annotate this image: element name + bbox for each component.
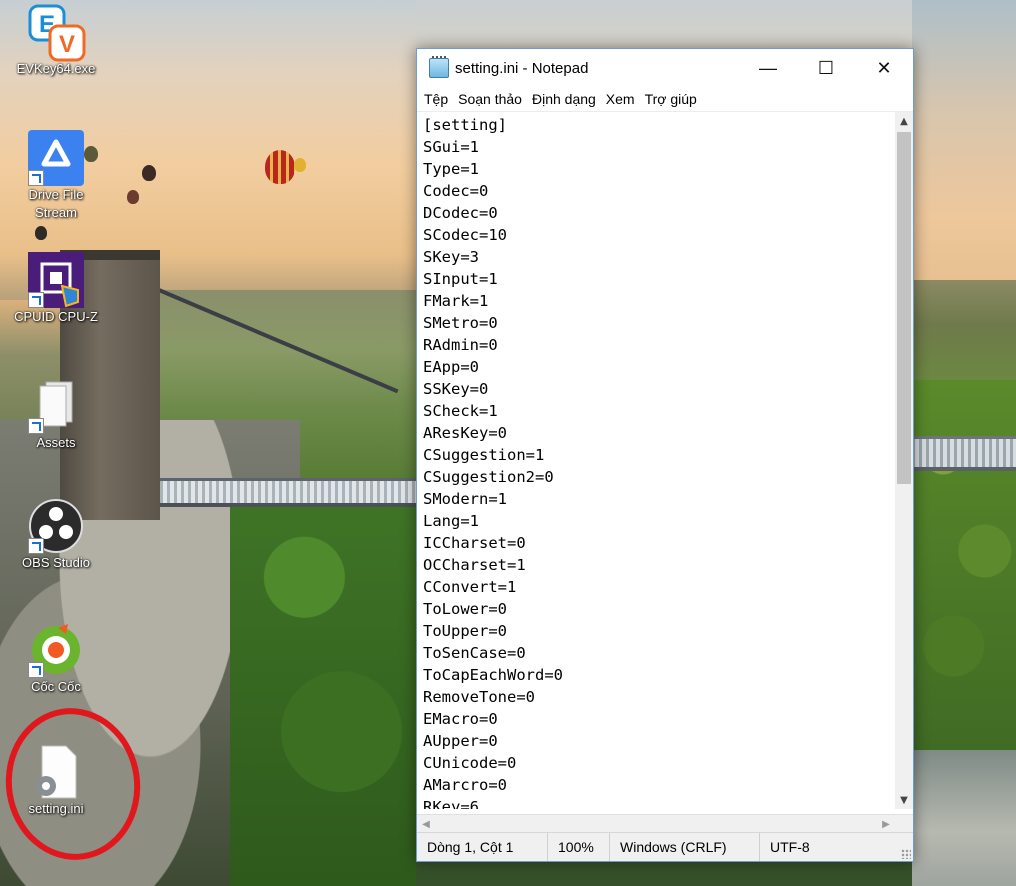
close-button[interactable]: ✕ [855, 49, 913, 87]
status-cursor-position: Dòng 1, Cột 1 [427, 839, 514, 855]
hot-air-balloon [142, 165, 156, 181]
scroll-down-arrow-icon[interactable]: ▼ [895, 791, 913, 809]
wallpaper-bridge-right [912, 436, 1016, 471]
wallpaper-bridge-deck [160, 478, 416, 507]
text-line[interactable]: ToLower=0 [423, 598, 893, 620]
window-controls: — ☐ ✕ [739, 49, 913, 87]
shortcut-arrow-icon [28, 662, 44, 678]
menu-edit[interactable]: Soạn thảo [455, 91, 525, 107]
text-line[interactable]: Lang=1 [423, 510, 893, 532]
cpuz-icon [28, 252, 84, 308]
text-line[interactable]: ToSenCase=0 [423, 642, 893, 664]
desktop-icon-obs-studio[interactable]: OBS Studio [8, 498, 104, 572]
text-line[interactable]: FMark=1 [423, 290, 893, 312]
desktop-icon-label: Assets [36, 435, 76, 450]
desktop-icon-label: Drive File Stream [28, 187, 84, 220]
text-line[interactable]: CUnicode=0 [423, 752, 893, 774]
notepad-window[interactable]: setting.ini - Notepad — ☐ ✕ Tệp Soạn thả… [416, 48, 914, 862]
scroll-thumb[interactable] [897, 132, 911, 484]
text-line[interactable]: CSuggestion=1 [423, 444, 893, 466]
status-encoding: UTF-8 [759, 833, 899, 861]
files-icon [28, 378, 84, 434]
desktop-icon-coccoc[interactable]: Cốc Cốc [8, 622, 104, 696]
text-line[interactable]: AMarcro=0 [423, 774, 893, 796]
menu-view[interactable]: Xem [603, 91, 638, 107]
google-drive-icon [28, 130, 84, 186]
text-line[interactable]: SCodec=10 [423, 224, 893, 246]
text-line[interactable]: EApp=0 [423, 356, 893, 378]
window-title: setting.ini - Notepad [455, 59, 589, 77]
text-line[interactable]: EMacro=0 [423, 708, 893, 730]
editor-area[interactable]: [setting] SGui=1 Type=1 Codec=0 DCodec=0 SCod… [417, 111, 913, 809]
text-line[interactable]: RemoveTone=0 [423, 686, 893, 708]
status-zoom: 100% [547, 833, 609, 861]
menu-format[interactable]: Định dạng [529, 91, 599, 107]
text-line[interactable]: RKey=6 [423, 796, 893, 809]
wallpaper-sky-right [912, 0, 1016, 290]
scroll-left-arrow-icon[interactable]: ◀ [417, 815, 435, 833]
wallpaper-hills-right [912, 280, 1016, 390]
text-line[interactable]: SKey=3 [423, 246, 893, 268]
svg-text:V: V [59, 31, 75, 58]
menu-help[interactable]: Trợ giúp [642, 91, 700, 107]
text-line[interactable]: Codec=0 [423, 180, 893, 202]
notepad-icon [429, 56, 449, 78]
text-line[interactable]: RAdmin=0 [423, 334, 893, 356]
scroll-right-arrow-icon[interactable]: ▶ [877, 815, 895, 833]
text-line[interactable]: ToCapEachWord=0 [423, 664, 893, 686]
text-line[interactable]: DCodec=0 [423, 202, 893, 224]
text-line[interactable]: ToUpper=0 [423, 620, 893, 642]
text-line[interactable]: SCheck=1 [423, 400, 893, 422]
desktop-icon-cpuz[interactable]: CPUID CPU-Z [8, 252, 104, 326]
desktop-icon-label: Cốc Cốc [31, 679, 81, 694]
desktop-icon-assets[interactable]: Assets [8, 378, 104, 452]
shortcut-arrow-icon [28, 418, 44, 434]
text-line[interactable]: AResKey=0 [423, 422, 893, 444]
shortcut-arrow-icon [28, 538, 44, 554]
text-line[interactable]: SGui=1 [423, 136, 893, 158]
desktop-icon-label: OBS Studio [22, 555, 90, 570]
menu-bar: Tệp Soạn thảo Định dạng Xem Trợ giúp [417, 87, 913, 111]
text-line[interactable]: SSKey=0 [423, 378, 893, 400]
minimize-button[interactable]: — [739, 49, 797, 87]
desktop-icon-drive-file-stream[interactable]: Drive File Stream [8, 130, 104, 222]
text-line[interactable]: SInput=1 [423, 268, 893, 290]
desktop-icon-label: CPUID CPU-Z [14, 309, 98, 324]
hot-air-balloon [35, 226, 47, 240]
text-editor[interactable]: [setting] SGui=1 Type=1 Codec=0 DCodec=0 SCod… [423, 114, 893, 809]
text-line[interactable]: ICCharset=0 [423, 532, 893, 554]
text-line[interactable]: OCCharset=1 [423, 554, 893, 576]
menu-file[interactable]: Tệp [421, 91, 451, 107]
scroll-up-arrow-icon[interactable]: ▲ [895, 112, 913, 130]
horizontal-scrollbar[interactable]: ◀ ▶ [417, 814, 913, 833]
evkey-icon: E V [28, 4, 86, 62]
wallpaper-forest [230, 500, 416, 886]
text-line[interactable]: CConvert=1 [423, 576, 893, 598]
text-line[interactable]: SMetro=0 [423, 312, 893, 334]
text-line[interactable]: SModern=1 [423, 488, 893, 510]
resize-grip-icon[interactable] [901, 849, 911, 859]
desktop-icon-evkey[interactable]: E V EVKey64.exe [8, 4, 104, 78]
obs-icon [28, 498, 84, 554]
status-line-ending: Windows (CRLF) [609, 833, 759, 861]
shortcut-arrow-icon [28, 292, 44, 308]
hot-air-balloon [127, 190, 139, 204]
shortcut-arrow-icon [28, 170, 44, 186]
wallpaper-river [912, 750, 1016, 886]
maximize-button[interactable]: ☐ [797, 49, 855, 87]
title-bar[interactable]: setting.ini - Notepad — ☐ ✕ [417, 49, 913, 87]
text-line[interactable]: Type=1 [423, 158, 893, 180]
coccoc-browser-icon [28, 622, 84, 678]
text-line[interactable]: CSuggestion2=0 [423, 466, 893, 488]
status-bar: Dòng 1, Cột 1 100% Windows (CRLF) UTF-8 [417, 832, 913, 861]
hot-air-balloon [265, 150, 295, 184]
text-line[interactable]: AUpper=0 [423, 730, 893, 752]
text-line[interactable]: [setting] [423, 114, 893, 136]
hot-air-balloon [294, 158, 306, 172]
vertical-scrollbar[interactable]: ▲ ▼ [895, 112, 913, 809]
